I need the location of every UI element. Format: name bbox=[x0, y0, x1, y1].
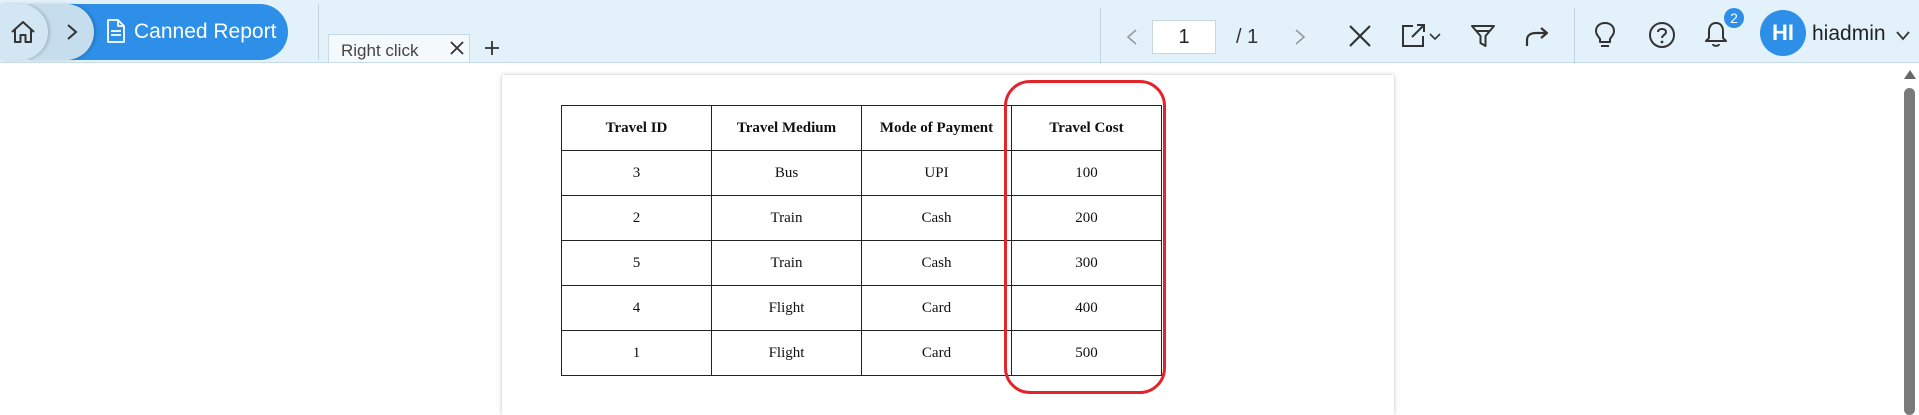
table-cell[interactable]: 400 bbox=[1011, 285, 1162, 331]
divider bbox=[1100, 8, 1101, 64]
chevron-left-icon[interactable] bbox=[1126, 28, 1138, 46]
chevron-down-icon[interactable] bbox=[1896, 31, 1910, 41]
table-cell[interactable]: 3 bbox=[561, 150, 712, 196]
divider bbox=[318, 4, 319, 60]
tab-strip: Right click bbox=[322, 4, 1102, 62]
table-cell[interactable]: Train bbox=[711, 195, 862, 241]
export-icon[interactable] bbox=[1400, 23, 1444, 49]
bell-icon[interactable] bbox=[1704, 20, 1728, 48]
breadcrumb: Canned Report bbox=[0, 4, 290, 60]
avatar[interactable]: HI bbox=[1760, 10, 1806, 56]
breadcrumb-canned-report[interactable]: Canned Report bbox=[70, 4, 288, 60]
table-cell[interactable]: Cash bbox=[861, 195, 1012, 241]
table-row: 4 Flight Card 400 bbox=[561, 285, 1162, 331]
table-cell[interactable]: UPI bbox=[861, 150, 1012, 196]
top-bar: Canned Report Right click / 1 bbox=[0, 0, 1919, 64]
column-header[interactable]: Travel Medium bbox=[711, 105, 862, 151]
page-total: / 1 bbox=[1236, 26, 1259, 48]
report-table: Travel ID Travel Medium Mode of Payment … bbox=[561, 105, 1162, 376]
share-icon[interactable] bbox=[1524, 26, 1550, 48]
document-icon bbox=[107, 19, 125, 43]
table-cell[interactable]: 200 bbox=[1011, 195, 1162, 241]
scroll-up-arrow[interactable] bbox=[1904, 70, 1916, 79]
page-number-input[interactable] bbox=[1152, 20, 1216, 54]
vertical-scrollbar[interactable] bbox=[1900, 64, 1919, 415]
table-header-row: Travel ID Travel Medium Mode of Payment … bbox=[561, 105, 1162, 151]
lightbulb-icon[interactable] bbox=[1594, 21, 1616, 49]
table-cell[interactable]: Cash bbox=[861, 240, 1012, 286]
divider bbox=[1574, 8, 1575, 64]
column-header[interactable]: Travel ID bbox=[561, 105, 712, 151]
column-header[interactable]: Mode of Payment bbox=[861, 105, 1012, 151]
help-icon[interactable] bbox=[1648, 21, 1676, 49]
table-cell[interactable]: Card bbox=[861, 285, 1012, 331]
table-cell[interactable]: 2 bbox=[561, 195, 712, 241]
column-header[interactable]: Travel Cost bbox=[1011, 105, 1162, 151]
close-icon[interactable] bbox=[1348, 24, 1372, 48]
table-cell[interactable]: Card bbox=[861, 330, 1012, 376]
home-icon bbox=[11, 21, 35, 43]
notification-badge: 2 bbox=[1724, 8, 1744, 28]
table-cell[interactable]: Flight bbox=[711, 285, 862, 331]
table-cell[interactable]: 500 bbox=[1011, 330, 1162, 376]
scrollbar-thumb[interactable] bbox=[1904, 88, 1915, 415]
table-cell[interactable]: 1 bbox=[561, 330, 712, 376]
table-cell[interactable]: 5 bbox=[561, 240, 712, 286]
user-menu[interactable]: hiadmin bbox=[1812, 22, 1886, 46]
report-toolbar: / 1 2 HI hiadmin bbox=[1100, 4, 1919, 64]
table-row: 5 Train Cash 300 bbox=[561, 240, 1162, 286]
chevron-right-icon bbox=[67, 24, 78, 40]
close-icon[interactable] bbox=[449, 40, 465, 56]
chevron-right-icon[interactable] bbox=[1294, 28, 1306, 46]
table-row: 3 Bus UPI 100 bbox=[561, 150, 1162, 196]
table-cell[interactable]: 4 bbox=[561, 285, 712, 331]
tab-label: Right click bbox=[341, 41, 419, 60]
breadcrumb-label: Canned Report bbox=[134, 20, 277, 43]
table-row: 1 Flight Card 500 bbox=[561, 330, 1162, 376]
table-cell[interactable]: Flight bbox=[711, 330, 862, 376]
tab-right-click[interactable]: Right click bbox=[328, 34, 470, 62]
table-row: 2 Train Cash 200 bbox=[561, 195, 1162, 241]
filter-icon[interactable] bbox=[1470, 24, 1496, 48]
plus-icon[interactable] bbox=[484, 40, 500, 56]
table-cell[interactable]: Train bbox=[711, 240, 862, 286]
table-cell[interactable]: Bus bbox=[711, 150, 862, 196]
table-cell[interactable]: 300 bbox=[1011, 240, 1162, 286]
report-page: Travel ID Travel Medium Mode of Payment … bbox=[502, 75, 1394, 415]
table-cell[interactable]: 100 bbox=[1011, 150, 1162, 196]
